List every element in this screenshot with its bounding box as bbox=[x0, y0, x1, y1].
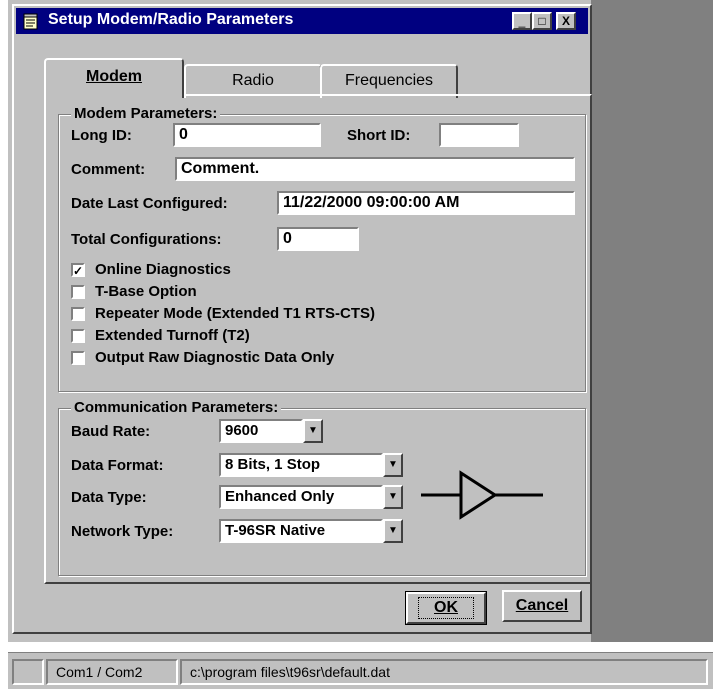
status-bar: Com1 / Com2 c:\program files\t96sr\defau… bbox=[8, 652, 713, 689]
network-type-label: Network Type: bbox=[71, 523, 174, 540]
network-type-value: T-96SR Native bbox=[219, 519, 383, 543]
data-format-label: Data Format: bbox=[71, 457, 164, 474]
extended-turnoff-label: Extended Turnoff (T2) bbox=[95, 327, 250, 344]
modem-parameters-title: Modem Parameters: bbox=[71, 105, 221, 122]
checkbox-unchecked-icon bbox=[71, 329, 85, 343]
tab-frequencies-label: Frequencies bbox=[344, 72, 434, 89]
checkbox-unchecked-icon bbox=[71, 285, 85, 299]
close-button[interactable]: X bbox=[556, 12, 576, 30]
checkbox-unchecked-icon bbox=[71, 307, 85, 321]
data-type-value: Enhanced Only bbox=[219, 485, 383, 509]
app-workspace-panel bbox=[591, 0, 713, 642]
ok-button[interactable]: OK bbox=[405, 591, 487, 625]
setup-dialog: Setup Modem/Radio Parameters _ □ X Modem… bbox=[12, 4, 592, 634]
long-id-input[interactable]: 0 bbox=[173, 123, 321, 147]
tab-modem-label: Modem bbox=[86, 68, 142, 85]
short-id-input[interactable] bbox=[439, 123, 519, 147]
maximize-button[interactable]: □ bbox=[532, 12, 552, 30]
dropdown-arrow-icon[interactable]: ▼ bbox=[303, 419, 323, 443]
cancel-button-label: Cancel bbox=[515, 597, 569, 614]
t-base-option-label: T-Base Option bbox=[95, 283, 197, 300]
checkbox-unchecked-icon bbox=[71, 351, 85, 365]
data-type-select[interactable]: Enhanced Only ▼ bbox=[219, 485, 403, 509]
amplifier-symbol-icon bbox=[421, 470, 543, 520]
tab-radio[interactable]: Radio bbox=[184, 64, 322, 98]
baud-rate-label: Baud Rate: bbox=[71, 423, 151, 440]
status-pane-ports: Com1 / Com2 bbox=[46, 659, 178, 685]
title-bar[interactable]: Setup Modem/Radio Parameters _ □ X bbox=[16, 8, 588, 34]
tab-frequencies[interactable]: Frequencies bbox=[320, 64, 458, 98]
network-type-select[interactable]: T-96SR Native ▼ bbox=[219, 519, 403, 543]
tab-radio-label: Radio bbox=[232, 72, 274, 89]
dropdown-arrow-icon[interactable]: ▼ bbox=[383, 485, 403, 509]
date-last-configured-label: Date Last Configured: bbox=[71, 195, 228, 212]
repeater-mode-label: Repeater Mode (Extended T1 RTS-CTS) bbox=[95, 305, 376, 322]
checkbox-checked-icon: ✓ bbox=[71, 263, 85, 278]
dropdown-arrow-icon[interactable]: ▼ bbox=[383, 519, 403, 543]
long-id-label: Long ID: bbox=[71, 127, 132, 144]
status-pane-empty bbox=[12, 659, 44, 685]
comment-label: Comment: bbox=[71, 161, 146, 178]
baud-rate-select[interactable]: 9600 ▼ bbox=[219, 419, 323, 443]
short-id-label: Short ID: bbox=[347, 127, 411, 144]
tab-modem[interactable]: Modem bbox=[44, 58, 184, 98]
comment-input[interactable]: Comment. bbox=[175, 157, 575, 181]
dropdown-arrow-icon[interactable]: ▼ bbox=[383, 453, 403, 477]
date-last-configured-input[interactable]: 11/22/2000 09:00:00 AM bbox=[277, 191, 575, 215]
minimize-button[interactable]: _ bbox=[512, 12, 532, 30]
output-raw-diagnostic-label: Output Raw Diagnostic Data Only bbox=[95, 349, 335, 366]
communication-parameters-title: Communication Parameters: bbox=[71, 399, 282, 416]
total-configurations-input[interactable]: 0 bbox=[277, 227, 359, 251]
window-title: Setup Modem/Radio Parameters bbox=[48, 11, 294, 28]
data-format-value: 8 Bits, 1 Stop bbox=[219, 453, 383, 477]
communication-parameters-group: Communication Parameters: Baud Rate: 960… bbox=[58, 399, 586, 576]
data-type-label: Data Type: bbox=[71, 489, 147, 506]
status-pane-file-path: c:\program files\t96sr\default.dat bbox=[180, 659, 708, 685]
ok-button-label: OK bbox=[418, 597, 474, 619]
modem-tab-panel: Modem Parameters: Long ID: 0 Short ID: C… bbox=[44, 94, 592, 584]
data-format-select[interactable]: 8 Bits, 1 Stop ▼ bbox=[219, 453, 403, 477]
cancel-button[interactable]: Cancel bbox=[502, 590, 582, 622]
notepad-icon bbox=[23, 13, 38, 30]
baud-rate-value: 9600 bbox=[219, 419, 303, 443]
total-configurations-label: Total Configurations: bbox=[71, 231, 222, 248]
modem-parameters-group: Modem Parameters: Long ID: 0 Short ID: C… bbox=[58, 105, 586, 392]
online-diagnostics-label: Online Diagnostics bbox=[95, 261, 231, 278]
